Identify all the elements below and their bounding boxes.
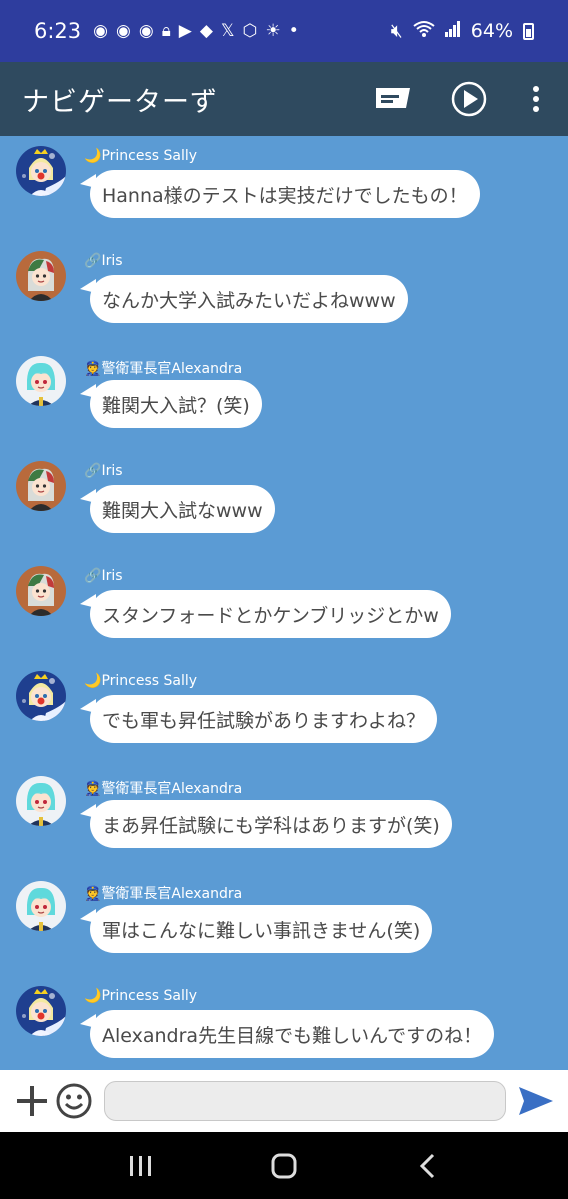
sender-name: 🔗Iris: [84, 463, 123, 479]
sender-name: 🌙Princess Sally: [84, 673, 198, 689]
wifi-icon: [413, 20, 435, 43]
play-button[interactable]: [450, 80, 488, 118]
play-icon: [451, 81, 487, 117]
status-bar: 6:23 ◉ ◉ ◉ 🔒︎ ▶ ◆ 𝕏 ⬡ ☀ • 🔇︎ 64%: [0, 0, 568, 62]
chat-message: 🌙Princess Sally Alexandra先生目線でも難しいんですのね！: [0, 976, 568, 1070]
app-icon: ◆: [199, 21, 213, 41]
message-bubble[interactable]: Hanna様のテストは実技だけでしたもの！: [80, 170, 480, 218]
battery-icon: [523, 22, 534, 40]
battery-percent: 64%: [470, 20, 513, 42]
youtube-icon: ▶: [178, 21, 192, 41]
sender-name: 👮警衛軍長官Alexandra: [84, 781, 243, 797]
avatar-iris[interactable]: [16, 566, 66, 616]
sender-name: 👮警衛軍長官Alexandra: [84, 361, 243, 377]
message-bubble[interactable]: 軍はこんなに難しい事訊きません(笑): [79, 905, 433, 953]
lock-icon: 🔒︎: [161, 21, 171, 41]
more-vertical-icon: [533, 86, 539, 112]
avatar-alexandra[interactable]: [16, 881, 66, 931]
discord-icon: ◉: [116, 21, 131, 41]
avatar-iris[interactable]: [16, 251, 66, 301]
x-icon: 𝕏: [220, 21, 235, 41]
chat-message: 🔗Iris 難関大入試なwww: [0, 451, 568, 556]
chat-message: 👮警衛軍長官Alexandra 難関大入試？(笑): [0, 346, 568, 451]
recent-apps-button[interactable]: [119, 1144, 163, 1188]
chat-message: 👮警衛軍長官Alexandra 軍はこんなに難しい事訊きません(笑): [0, 871, 568, 976]
chat-area[interactable]: 🌙Princess Sally Hanna様のテストは実技だけでしたもの！ 🔗I…: [0, 136, 568, 1070]
home-icon: [271, 1153, 297, 1178]
avatar-sally[interactable]: [16, 986, 66, 1036]
message-bubble[interactable]: なんか大学入試みたいだよねwww: [80, 275, 408, 323]
system-nav-bar: [0, 1132, 568, 1199]
back-icon: [419, 1153, 434, 1178]
avatar-alexandra[interactable]: [16, 356, 66, 406]
message-bubble[interactable]: でも軍も昇任試験がありますわよね？: [79, 695, 438, 743]
message-bubble[interactable]: スタンフォードとかケンブリッジとかw: [80, 590, 451, 638]
chat-message: 👮警衛軍長官Alexandra まあ昇任試験にも学科はありますが(笑): [0, 766, 568, 871]
message-bubble[interactable]: 難関大入試？(笑): [80, 380, 262, 428]
avatar-sally[interactable]: [16, 146, 66, 196]
back-button[interactable]: [405, 1144, 449, 1188]
message-bubble[interactable]: Alexandra先生目線でも難しいんですのね！: [79, 1010, 495, 1058]
send-button[interactable]: [518, 1083, 554, 1119]
discord-icon: ◉: [138, 21, 154, 41]
sender-name: 🌙Princess Sally: [84, 148, 198, 164]
page-title: ナビゲーターず: [22, 86, 218, 118]
notification-icons: ◉ ◉ ◉ 🔒︎ ▶ ◆ 𝕏 ⬡ ☀ •: [93, 21, 299, 41]
home-button[interactable]: [262, 1144, 306, 1188]
more-button[interactable]: [526, 80, 546, 118]
send-icon: [519, 1087, 553, 1115]
sender-name: 🔗Iris: [84, 568, 123, 584]
plus-icon: [16, 1086, 47, 1116]
discord-icon: ◉: [93, 21, 109, 41]
sender-name: 🌙Princess Sally: [84, 988, 198, 1004]
sender-name: 👮警衛軍長官Alexandra: [84, 886, 243, 902]
avatar-alexandra[interactable]: [16, 776, 66, 826]
app-header: ナビゲーターず: [0, 62, 568, 136]
chat-message: 🔗Iris なんか大学入試みたいだよねwww: [0, 241, 568, 346]
header-actions: [374, 80, 546, 118]
avatar-sally[interactable]: [16, 671, 66, 721]
sender-name: 🔗Iris: [84, 253, 123, 269]
message-icon: [376, 88, 410, 108]
chat-message: 🌙Princess Sally でも軍も昇任試験がありますわよね？: [0, 661, 568, 766]
recent-apps-icon: [130, 1155, 152, 1176]
message-button[interactable]: [374, 80, 412, 118]
sun-icon: ☀: [265, 21, 281, 41]
message-bubble[interactable]: 難関大入試なwww: [80, 485, 275, 533]
emoji-button[interactable]: [56, 1083, 92, 1119]
status-right: 🔇︎ 64%: [391, 20, 534, 43]
cube-icon: ⬡: [242, 21, 258, 41]
emoji-icon: [56, 1083, 92, 1119]
signal-icon: [444, 20, 461, 42]
add-button[interactable]: [14, 1083, 50, 1119]
chat-message: 🌙Princess Sally Hanna様のテストは実技だけでしたもの！: [0, 136, 568, 241]
chat-message: 🔗Iris スタンフォードとかケンブリッジとかw: [0, 556, 568, 661]
mute-icon: 🔇︎: [390, 20, 403, 42]
message-bubble[interactable]: まあ昇任試験にも学科はありますが(笑): [80, 800, 452, 848]
input-bar: [0, 1070, 568, 1132]
status-time: 6:23: [34, 19, 82, 43]
avatar-iris[interactable]: [16, 461, 66, 511]
dot-icon: •: [288, 21, 299, 41]
message-input[interactable]: [103, 1081, 506, 1121]
